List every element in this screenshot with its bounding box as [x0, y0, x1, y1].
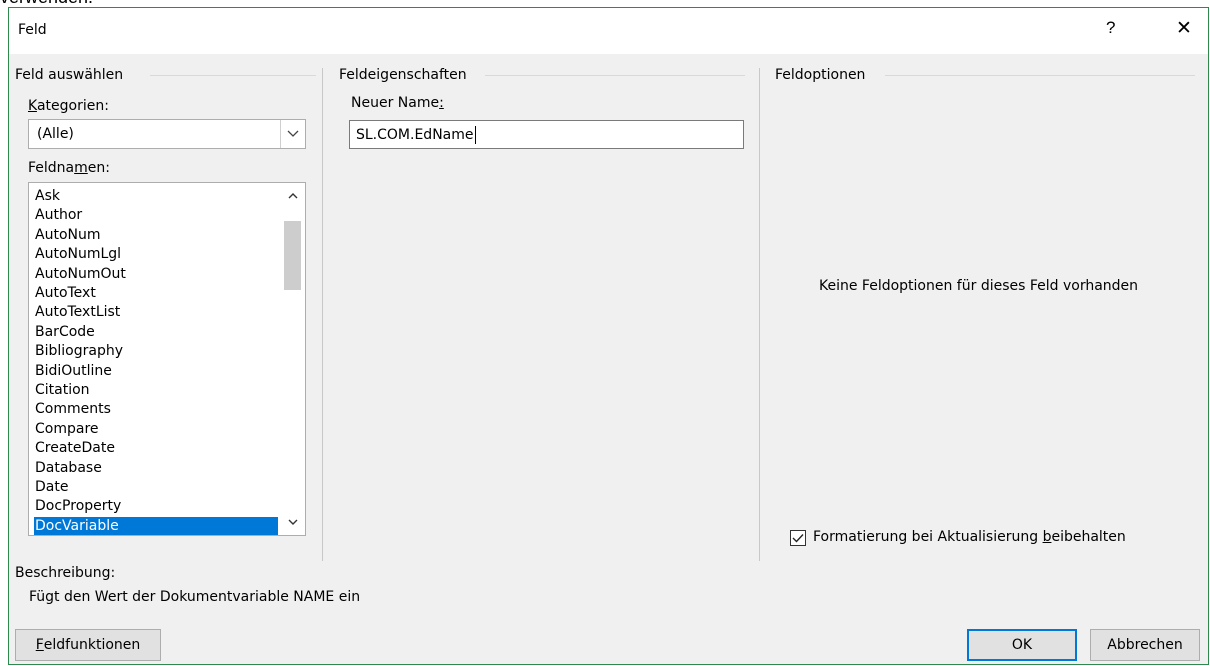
field-dialog: Feld ? ✕ Feld auswählen Kategorien: (All…	[8, 7, 1209, 665]
no-options-message: Keine Feldoptionen für dieses Feld vorha…	[819, 278, 1139, 294]
fieldname-item[interactable]: Date	[34, 478, 278, 497]
chevron-down-icon[interactable]	[280, 120, 305, 148]
fieldname-item[interactable]: Database	[34, 459, 278, 478]
preserve-formatting-label[interactable]: Formatierung bei Aktualisierung beibehal…	[813, 529, 1126, 545]
fieldname-item[interactable]: Comments	[34, 400, 278, 419]
fieldname-item[interactable]: CreateDate	[34, 439, 278, 458]
help-button[interactable]: ?	[1106, 18, 1115, 38]
fieldname-item[interactable]: Ask	[34, 187, 278, 206]
fieldname-item[interactable]: Compare	[34, 420, 278, 439]
fieldname-item[interactable]: BarCode	[34, 323, 278, 342]
fieldname-item[interactable]: BidiOutline	[34, 362, 278, 381]
categories-label: Kategorien:	[28, 98, 109, 114]
vertical-scrollbar[interactable]	[280, 183, 305, 535]
column-separator	[759, 68, 760, 561]
properties-group-title: Feldeigenschaften	[339, 67, 467, 83]
fieldnames-label: Feldnamen:	[28, 160, 110, 176]
field-codes-button[interactable]: Feldfunktionen	[15, 629, 161, 661]
checkmark-icon	[792, 534, 804, 543]
fieldname-item[interactable]: AutoTextList	[34, 303, 278, 322]
scroll-down-icon[interactable]	[280, 510, 305, 535]
new-name-value: SL.COM.EdName	[356, 127, 474, 143]
fieldname-item[interactable]: AutoNum	[34, 226, 278, 245]
fieldname-item[interactable]: AutoNumLgl	[34, 245, 278, 264]
description-text: Fügt den Wert der Dokumentvariable NAME …	[29, 589, 361, 605]
fieldname-item[interactable]: Bibliography	[34, 342, 278, 361]
fieldname-item[interactable]: Citation	[34, 381, 278, 400]
title-bar: Feld ? ✕	[9, 8, 1208, 54]
fieldname-item[interactable]: AutoText	[34, 284, 278, 303]
close-button[interactable]: ✕	[1176, 17, 1192, 40]
fieldname-item[interactable]: Author	[34, 206, 278, 225]
scrollbar-thumb[interactable]	[284, 221, 301, 290]
group-divider	[150, 75, 316, 76]
group-divider	[885, 75, 1195, 76]
cancel-button[interactable]: Abbrechen	[1090, 629, 1200, 661]
text-cursor	[475, 126, 476, 144]
column-separator	[322, 68, 323, 561]
categories-value: (Alle)	[37, 126, 74, 142]
categories-dropdown[interactable]: (Alle)	[28, 119, 306, 149]
scroll-up-icon[interactable]	[280, 183, 305, 208]
options-group-title: Feldoptionen	[775, 67, 866, 83]
group-divider	[485, 75, 745, 76]
new-name-input[interactable]: SL.COM.EdName	[349, 120, 744, 149]
description-label: Beschreibung:	[15, 565, 116, 581]
fieldname-item[interactable]: DocVariable	[34, 516, 278, 535]
select-group-title: Feld auswählen	[15, 67, 124, 83]
fieldnames-listbox[interactable]: Ask Author AutoNum AutoNumLgl AutoNumOut Auto…	[28, 182, 306, 536]
new-name-label: Neuer Name:	[351, 95, 444, 111]
preserve-formatting-checkbox[interactable]	[790, 530, 806, 546]
ok-button[interactable]: OK	[967, 629, 1077, 661]
window-title: Feld	[18, 22, 47, 38]
fieldname-item[interactable]: DocProperty	[34, 497, 278, 516]
fieldname-item[interactable]: AutoNumOut	[34, 265, 278, 284]
